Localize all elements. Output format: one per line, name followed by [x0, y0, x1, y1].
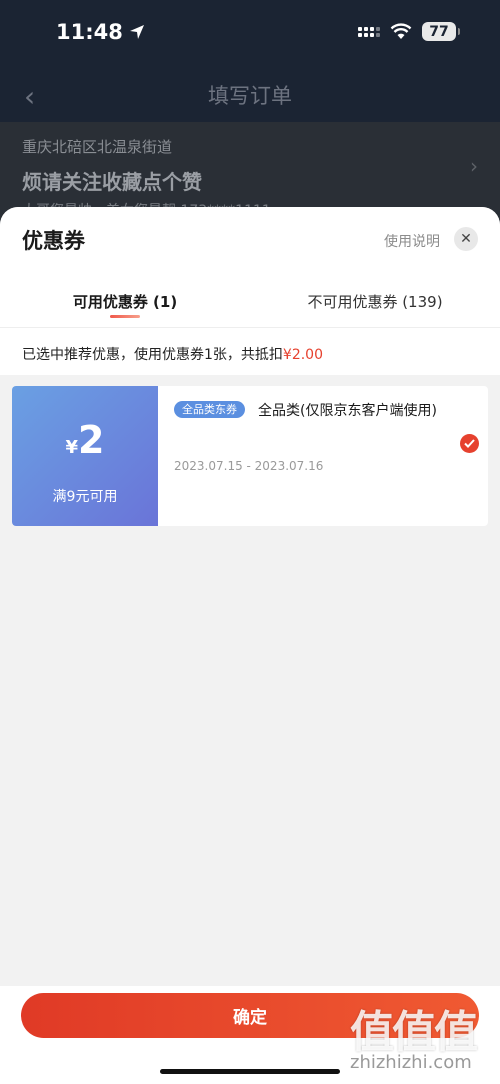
close-button[interactable]: ✕: [454, 227, 478, 251]
status-icons: 77: [358, 22, 460, 41]
coupon-type-badge: 全品类东券: [174, 401, 245, 418]
address-area: 重庆北碚区北温泉街道: [22, 138, 173, 156]
watermark-url: zhizhizhi.com: [350, 1052, 472, 1073]
check-icon[interactable]: [460, 434, 479, 453]
status-time: 11:48: [56, 20, 145, 44]
watermark-logo: 值值值: [350, 1007, 478, 1058]
status-bar: 11:48 77: [0, 0, 500, 68]
battery-icon: 77: [422, 22, 460, 41]
battery-level: 77: [429, 23, 449, 40]
location-arrow-icon: [129, 25, 144, 39]
summary-prefix: 已选中推荐优惠，使用优惠券1张，共抵扣: [22, 347, 283, 363]
signal-icon: [358, 26, 380, 37]
coupon-amount: 2: [78, 418, 105, 462]
usage-help-link[interactable]: 使用说明: [384, 231, 440, 251]
coupon-title: 全品类(仅限京东客户端使用): [258, 403, 437, 419]
sheet-header: 优惠券 使用说明 ✕ 可用优惠券 (1) 不可用优惠券 (139): [0, 207, 500, 327]
status-time-text: 11:48: [56, 20, 123, 44]
tab-available-coupons[interactable]: 可用优惠券 (1): [0, 291, 250, 312]
coupon-value-panel: ¥2 满9元可用: [12, 386, 158, 526]
summary-text: 已选中推荐优惠，使用优惠券1张，共抵扣¥2.00: [22, 344, 323, 364]
coupon-sheet: 优惠券 使用说明 ✕ 可用优惠券 (1) 不可用优惠券 (139) 已选中推荐优…: [0, 207, 500, 1084]
discount-summary: 已选中推荐优惠，使用优惠券1张，共抵扣¥2.00: [0, 327, 500, 375]
summary-amount: ¥2.00: [282, 347, 323, 363]
coupon-value: ¥2: [12, 418, 158, 462]
close-icon: ✕: [460, 231, 472, 247]
coupon-date-range: 2023.07.15 - 2023.07.16: [174, 459, 324, 473]
active-tab-indicator: [110, 315, 140, 318]
coupon-card[interactable]: ¥2 满9元可用 全品类东券 全品类(仅限京东客户端使用) 2023.07.15…: [12, 386, 488, 526]
coupon-currency: ¥: [65, 437, 79, 458]
tab-unavailable-coupons[interactable]: 不可用优惠券 (139): [250, 291, 500, 312]
wifi-icon: [390, 23, 412, 39]
sheet-footer: 确定 值值值 zhizhizhi.com: [0, 986, 500, 1084]
chevron-right-icon: ›: [470, 154, 478, 178]
nav-bar: ‹ 填写订单: [0, 68, 500, 122]
page-title: 填写订单: [208, 84, 292, 108]
address-detail: 烦请关注收藏点个赞: [22, 170, 202, 194]
home-indicator: [160, 1069, 340, 1074]
coupon-condition: 满9元可用: [52, 489, 118, 505]
sheet-title: 优惠券: [22, 229, 85, 253]
